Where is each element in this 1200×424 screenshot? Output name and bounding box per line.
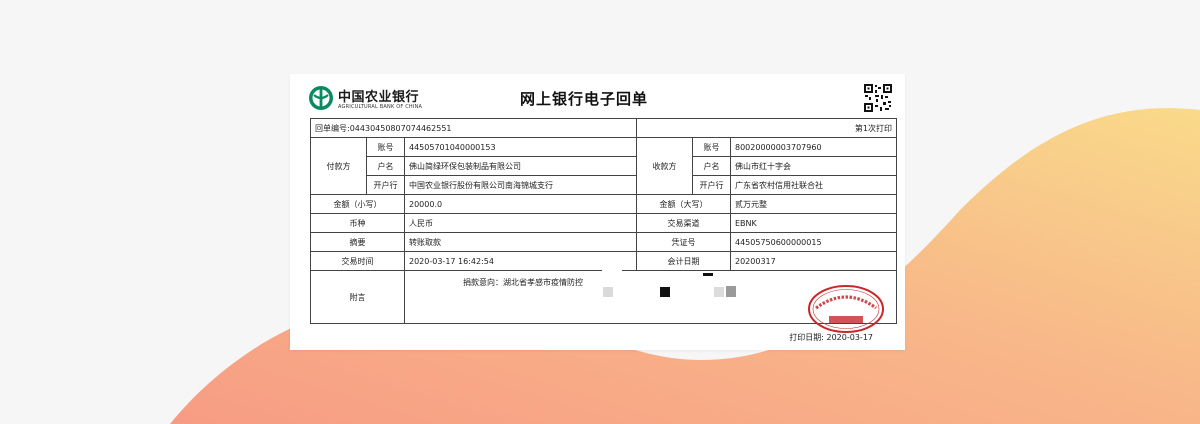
receipt-number: 回单编号:04430450807074462551 [310, 118, 637, 138]
payee-group-label: 收款方 [636, 137, 693, 195]
table-row: 开户行 中国农业银行股份有限公司南海锦城支行 开户行 广东省农村信用社联合社 [311, 175, 898, 195]
redaction-blot [660, 287, 670, 297]
acct-date-label: 会计日期 [636, 251, 731, 271]
qr-code-icon [863, 83, 893, 113]
payee-account-label: 账号 [692, 137, 731, 157]
bank-name-cn: 中国农业银行 [338, 90, 420, 105]
receipt-header-row: 回单编号:04430450807074462551 第1次打印 [310, 118, 898, 138]
table-row: 金额（小写） 20000.0 金额（大写） 贰万元整 [310, 194, 898, 214]
table-row: 付款方 账号 44505701040000153 收款方 账号 80020000… [310, 137, 898, 195]
payee-name-label: 户名 [692, 156, 731, 176]
voucher-label: 凭证号 [636, 232, 731, 252]
payer-bank: 中国农业银行股份有限公司南海锦城支行 [404, 175, 637, 195]
remark-text: 捐款意向：湖北省孝感市疫情防控 [463, 278, 583, 287]
payer-group-label: 付款方 [310, 137, 367, 195]
bank-name-en: AGRICULTURAL BANK OF CHINA [338, 104, 423, 110]
redaction-blot [603, 287, 613, 297]
payee-name: 佛山市红十字会 [729, 156, 898, 176]
txn-time-label: 交易时间 [310, 251, 405, 271]
print-count: 第1次打印 [635, 118, 898, 138]
redaction-blot [726, 286, 736, 297]
currency-label: 币种 [310, 213, 405, 233]
channel: EBNK [729, 213, 898, 233]
summary-label: 摘要 [310, 232, 405, 252]
official-seal-icon [808, 285, 884, 333]
table-row: 户名 佛山简绿环保包装制品有限公司 户名 佛山市红十字会 [311, 156, 898, 176]
redaction-blot [602, 266, 622, 284]
print-date-label: 打印日期: [789, 333, 824, 342]
payer-name-label: 户名 [366, 156, 405, 176]
bank-logo: 中国农业银行 AGRICULTURAL BANK OF CHINA [308, 85, 448, 115]
redaction-blot [703, 273, 713, 276]
payer-account: 44505701040000153 [404, 137, 637, 157]
receipt-number-value: 04430450807074462551 [349, 123, 452, 133]
table-row: 摘要 转账取款 凭证号 44505750600000015 [310, 232, 898, 252]
summary: 转账取款 [404, 232, 637, 252]
print-date: 打印日期: 2020-03-17 [789, 332, 873, 343]
payee-bank-label: 开户行 [692, 175, 731, 195]
currency: 人民币 [404, 213, 637, 233]
channel-label: 交易渠道 [636, 213, 731, 233]
payer-bank-label: 开户行 [366, 175, 405, 195]
amount-big-label: 金额（大写） [636, 194, 731, 214]
bank-receipt: 中国农业银行 AGRICULTURAL BANK OF CHINA 网上银行电子… [290, 74, 905, 350]
print-date-value: 2020-03-17 [826, 333, 874, 342]
amount-big: 贰万元整 [729, 194, 898, 214]
redaction-blot [714, 287, 724, 297]
abc-logo-icon [309, 86, 333, 110]
payer-name: 佛山简绿环保包装制品有限公司 [404, 156, 637, 176]
payee-account: 80020000003707960 [729, 137, 898, 157]
table-row: 币种 人民币 交易渠道 EBNK [310, 213, 898, 233]
payer-account-label: 账号 [366, 137, 405, 157]
amount-small: 20000.0 [404, 194, 637, 214]
remark-label: 附言 [310, 270, 405, 324]
acct-date: 20200317 [729, 251, 898, 271]
receipt-title: 网上银行电子回单 [520, 90, 649, 108]
amount-small-label: 金额（小写） [310, 194, 405, 214]
voucher: 44505750600000015 [729, 232, 898, 252]
receipt-number-label: 回单编号: [315, 123, 350, 133]
payee-bank: 广东省农村信用社联合社 [729, 175, 898, 195]
